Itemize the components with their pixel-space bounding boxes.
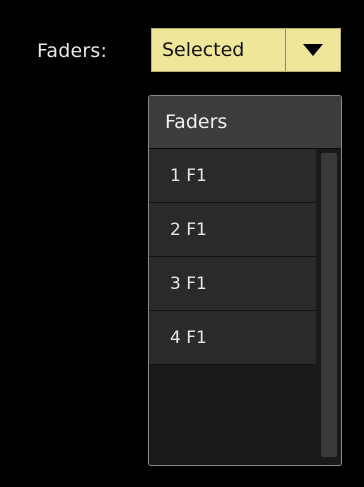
dropdown-arrow-button[interactable]	[286, 29, 340, 71]
faders-select-value[interactable]: Selected	[152, 29, 285, 71]
dropdown-body: 1 F1 2 F1 3 F1 4 F1	[149, 149, 341, 465]
triangle-down-icon	[303, 44, 323, 56]
scrollbar[interactable]	[321, 153, 337, 457]
faders-label: Faders:	[37, 40, 108, 62]
dropdown-header: Faders	[149, 96, 341, 149]
faders-panel: Faders: Selected Faders 1 F1 2 F1 3 F1 4…	[0, 0, 364, 487]
list-item[interactable]: 4 F1	[149, 311, 316, 365]
faders-dropdown: Faders 1 F1 2 F1 3 F1 4 F1	[148, 95, 342, 466]
list-item[interactable]: 3 F1	[149, 257, 316, 311]
faders-select[interactable]: Selected	[151, 28, 341, 72]
list-item[interactable]: 1 F1	[149, 149, 316, 203]
fader-list: 1 F1 2 F1 3 F1 4 F1	[149, 149, 316, 365]
list-item[interactable]: 2 F1	[149, 203, 316, 257]
